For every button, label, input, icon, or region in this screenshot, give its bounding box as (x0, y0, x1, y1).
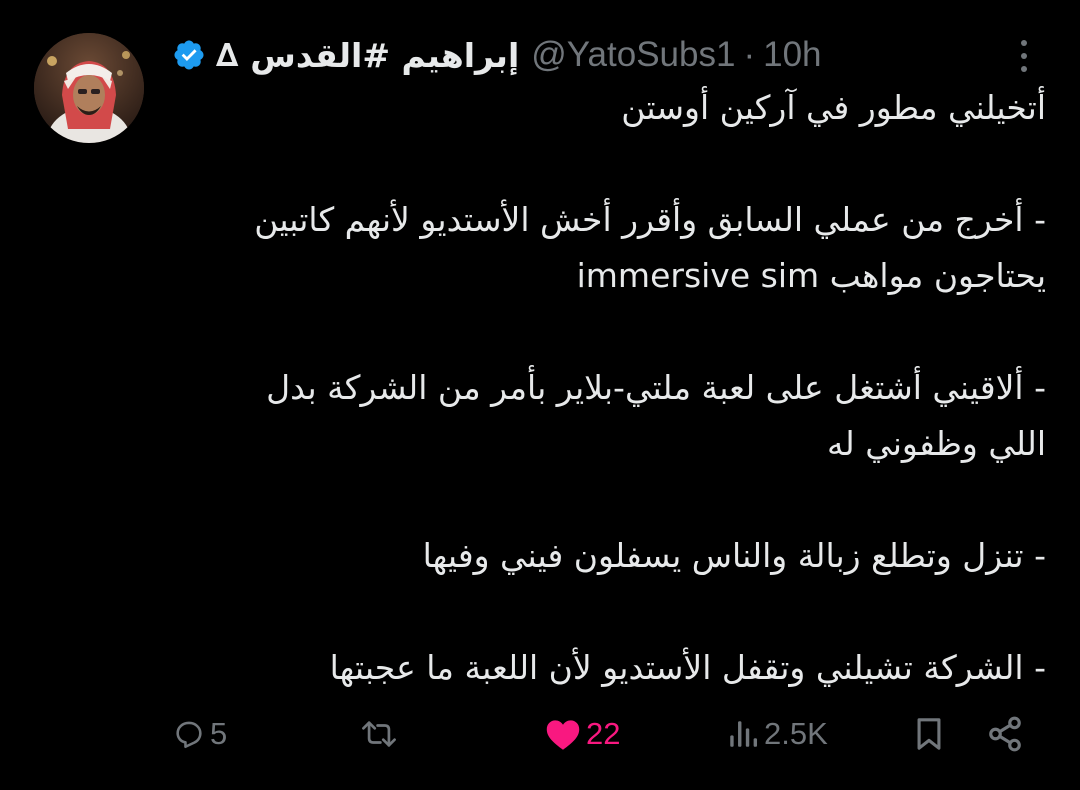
tweet-line: - تنزل وتطلع زبالة والناس يسفلون فيني وف… (422, 536, 1046, 575)
view-count: 2.5K (764, 716, 828, 751)
name-badge-symbol: ∆ (216, 36, 239, 74)
tweet-line: أتخيلني مطور في آركين أوستن (621, 88, 1046, 127)
tweet-line: - أخرج من عملي السابق وأقرر أخش الأستديو… (254, 200, 1046, 239)
more-icon[interactable] (1014, 38, 1034, 74)
reply-icon (176, 721, 202, 749)
tweet-header: ∆ إبراهيم #القدس @YatoSubs1 · 10h (172, 30, 822, 80)
share-icon (989, 716, 1021, 752)
bookmark-icon (917, 718, 941, 750)
repost-button[interactable] (358, 706, 404, 762)
like-count: 22 (586, 716, 621, 751)
bookmark-button[interactable] (912, 706, 946, 762)
tweet-line: اللي وظفوني له (826, 424, 1046, 463)
display-name[interactable]: إبراهيم #القدس (250, 36, 519, 75)
separator-dot: · (743, 35, 756, 74)
tweet-text: أتخيلني مطور في آركين أوستن - أخرج من عم… (206, 80, 1046, 696)
reply-count: 5 (210, 716, 228, 751)
timestamp[interactable]: 10h (763, 35, 821, 75)
tweet: ∆ إبراهيم #القدس @YatoSubs1 · 10h أتخيلن… (0, 0, 1080, 790)
reply-button[interactable]: 5 (172, 706, 227, 762)
user-handle[interactable]: @YatoSubs1 (531, 35, 735, 75)
like-button[interactable]: 22 (544, 706, 620, 762)
verified-badge-icon (174, 40, 204, 70)
avatar-image (34, 33, 144, 143)
action-bar: 5 22 2.5K (170, 706, 1040, 762)
tweet-line: يحتاجون مواهب immersive sim (576, 256, 1046, 295)
views-button[interactable]: 2.5K (726, 706, 828, 762)
tweet-line: - ألاقيني أشتغل على لعبة ملتي-بلاير بأمر… (266, 368, 1046, 407)
heart-icon (546, 720, 580, 750)
repost-icon (362, 721, 396, 747)
tweet-line: - الشركة تشيلني وتقفل الأستديو لأن اللعب… (329, 648, 1046, 687)
avatar[interactable] (34, 33, 144, 143)
views-icon (730, 721, 758, 747)
share-button[interactable] (986, 706, 1024, 762)
